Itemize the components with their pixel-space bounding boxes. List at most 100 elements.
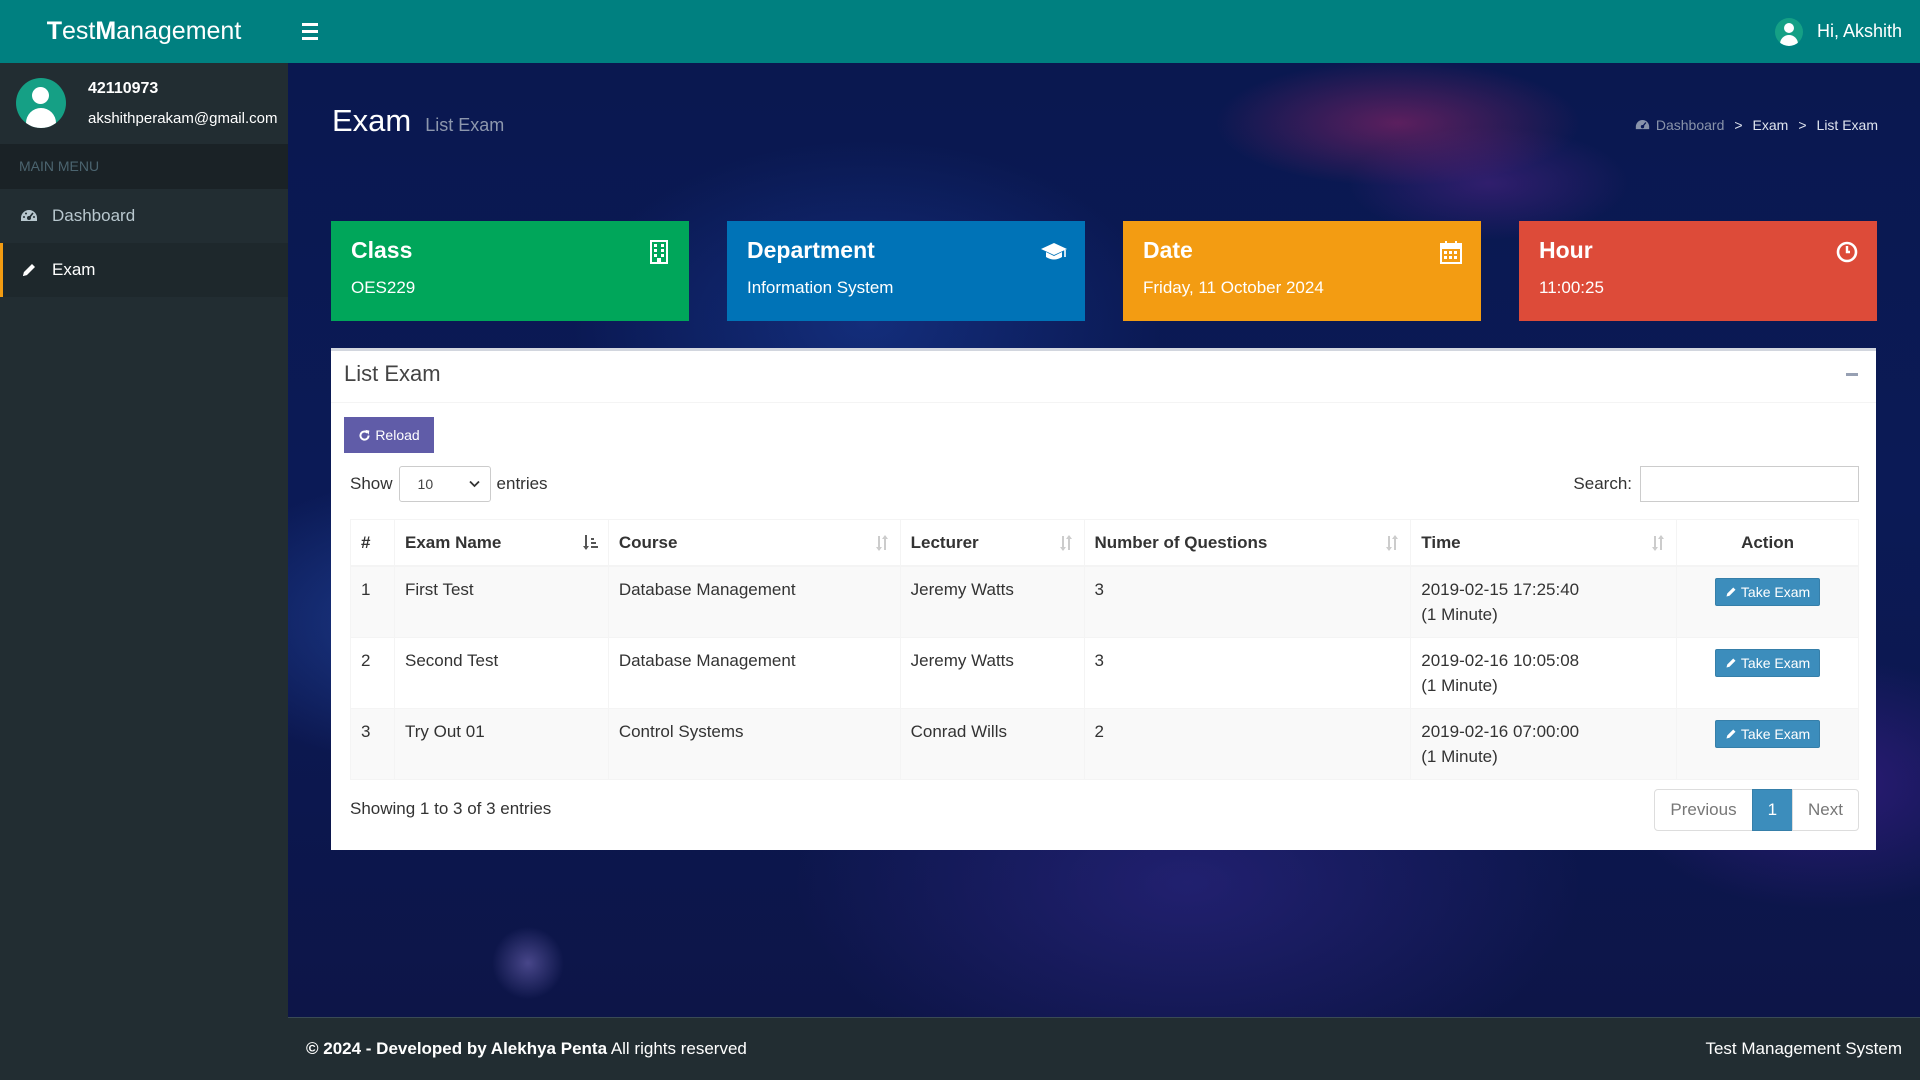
previous-page-button[interactable]: Previous (1654, 789, 1753, 831)
column-header-exam-name[interactable]: Exam Name (393, 519, 609, 567)
hamburger-icon[interactable] (302, 20, 326, 42)
app-brand[interactable]: Test Management (0, 0, 288, 63)
page-header: Exam List Exam (332, 103, 504, 139)
pencil-icon (1726, 658, 1736, 668)
cell-action: Take Exam (1676, 708, 1859, 780)
table-row: 3 Try Out 01 Control Systems Conrad Will… (350, 708, 1859, 780)
brand-letter-m: M (95, 17, 117, 45)
user-email: akshithperakam@gmail.com (88, 110, 278, 127)
sidebar-item-exam[interactable]: Exam (0, 243, 288, 297)
page-size-select[interactable]: 10 (398, 466, 491, 502)
table-row: 2 Second Test Database Management Jeremy… (350, 637, 1859, 709)
column-header-number[interactable]: # (350, 519, 395, 567)
top-navbar: Test Management Hi, Akshith (0, 0, 1920, 63)
sidebar-item-label: Exam (52, 260, 96, 279)
pencil-icon (20, 261, 38, 279)
cell-time: 2019-02-15 17:25:40 (1 Minute) (1410, 565, 1678, 638)
box-title: List Exam (344, 361, 441, 386)
breadcrumb-current: List Exam (1816, 117, 1878, 133)
take-exam-button[interactable]: Take Exam (1714, 649, 1821, 677)
clock-icon (1836, 241, 1858, 263)
breadcrumb-dashboard[interactable]: Dashboard (1635, 117, 1724, 133)
cell-number: 2 (350, 637, 395, 709)
date-card-title: Date (1143, 237, 1193, 263)
sort-both-icon (1059, 535, 1072, 551)
pencil-icon (1726, 729, 1736, 739)
chevron-down-icon (468, 480, 480, 488)
copyright-text: © 2024 - Developed by Alekhya Penta (306, 1039, 608, 1058)
page-1-button[interactable]: 1 (1751, 789, 1794, 831)
page-length-control: Show 10 entries (350, 466, 548, 502)
page-size-value: 10 (417, 476, 434, 492)
collapse-icon[interactable] (1846, 373, 1858, 376)
search-control: Search: (1573, 466, 1859, 502)
column-header-lecturer[interactable]: Lecturer (899, 519, 1085, 567)
cell-number: 1 (350, 565, 395, 638)
pagination: Previous 1 Next (1654, 789, 1859, 831)
sort-both-icon (1386, 535, 1399, 551)
class-card: Class OES229 (331, 221, 689, 321)
menu-header: MAIN MENU (0, 144, 288, 189)
reload-button[interactable]: Reload (344, 417, 434, 453)
dashboard-icon (20, 207, 38, 225)
column-header-number-of-questions[interactable]: Number of Questions (1083, 519, 1412, 567)
user-menu[interactable]: Hi, Akshith (1774, 0, 1902, 63)
cell-action: Take Exam (1676, 565, 1859, 638)
footer-system-name: Test Management System (1705, 1039, 1902, 1058)
calendar-icon (1440, 241, 1462, 264)
cell-time: 2019-02-16 10:05:08 (1 Minute) (1410, 637, 1678, 709)
next-page-button[interactable]: Next (1792, 789, 1859, 831)
table-row: 1 First Test Database Management Jeremy … (350, 565, 1859, 638)
search-input[interactable] (1640, 466, 1859, 502)
building-icon (650, 240, 668, 264)
show-label: Show (350, 474, 393, 493)
page-title: Exam (332, 103, 412, 138)
refresh-icon (359, 429, 370, 441)
column-header-action: Action (1676, 519, 1859, 567)
cell-questions: 2 (1083, 708, 1412, 780)
take-exam-label: Take Exam (1740, 654, 1811, 671)
department-card-value: Information System (747, 278, 894, 297)
column-header-label: Number of Questions (1094, 532, 1268, 552)
table-info: Showing 1 to 3 of 3 entries (350, 799, 552, 818)
footer-copyright: © 2024 - Developed by Alekhya Penta All … (306, 1039, 747, 1059)
breadcrumb-exam[interactable]: Exam (1753, 117, 1789, 133)
breadcrumb-separator: > (1798, 117, 1807, 133)
table-header-row: # Exam Name Course Lecturer Number of Qu… (350, 519, 1859, 567)
search-label: Search: (1573, 474, 1632, 493)
duration-value: (1 Minute) (1421, 747, 1498, 766)
department-card: Department Information System (727, 221, 1085, 321)
date-card-value: Friday, 11 October 2024 (1143, 278, 1324, 297)
take-exam-button[interactable]: Take Exam (1714, 720, 1821, 748)
sort-both-icon (875, 535, 888, 551)
sort-both-icon (1652, 535, 1665, 551)
take-exam-button[interactable]: Take Exam (1714, 578, 1821, 606)
department-card-title: Department (747, 237, 875, 263)
column-header-course[interactable]: Course (607, 519, 901, 567)
cell-course: Database Management (607, 565, 901, 638)
column-header-label: Time (1421, 532, 1461, 552)
hour-card: Hour 11:00:25 (1519, 221, 1877, 321)
sidebar-item-label: Dashboard (52, 206, 136, 225)
cell-time: 2019-02-16 07:00:00 (1 Minute) (1410, 708, 1678, 780)
class-card-value: OES229 (351, 278, 416, 297)
column-header-time[interactable]: Time (1410, 519, 1678, 567)
cell-course: Database Management (607, 637, 901, 709)
user-greeting: Hi, Akshith (1816, 21, 1902, 41)
brand-letter-t: T (46, 17, 62, 45)
duration-value: (1 Minute) (1421, 605, 1498, 624)
column-header-label: Course (618, 532, 678, 552)
class-card-title: Class (351, 237, 413, 263)
avatar (16, 78, 66, 128)
breadcrumb-separator: > (1734, 117, 1743, 133)
duration-value: (1 Minute) (1421, 676, 1498, 695)
dashboard-icon (1635, 120, 1650, 130)
cell-number: 3 (350, 708, 395, 780)
sidebar-item-dashboard[interactable]: Dashboard (0, 189, 288, 243)
list-exam-box: List Exam Reload Show 10 entries Search: (331, 348, 1876, 850)
cell-questions: 3 (1083, 565, 1412, 638)
cell-exam-name: First Test (393, 565, 609, 638)
brand-part-anagement: anagement (116, 17, 242, 45)
take-exam-label: Take Exam (1740, 583, 1811, 600)
cell-lecturer: Jeremy Watts (899, 565, 1085, 638)
